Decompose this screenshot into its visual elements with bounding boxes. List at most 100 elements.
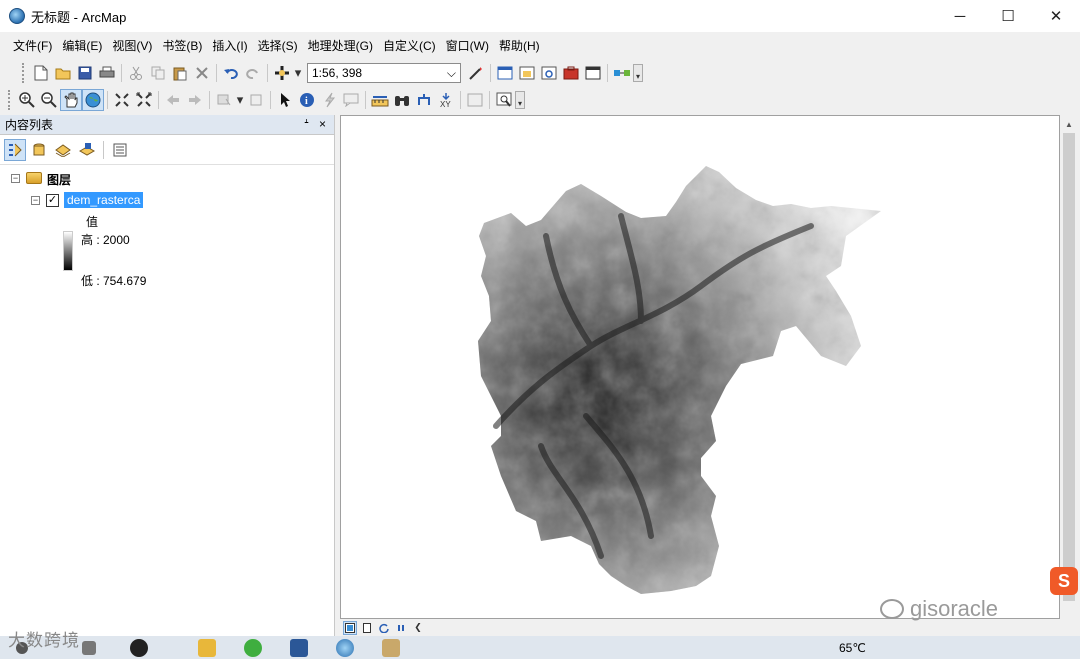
toolbar-overflow-icon[interactable]: ▾ (515, 91, 525, 109)
word-icon[interactable] (290, 638, 308, 657)
redo-icon[interactable] (242, 62, 264, 84)
paint-icon[interactable] (382, 638, 400, 657)
arcmap-taskbar-icon[interactable] (336, 638, 354, 657)
toc-close-icon[interactable]: × (319, 117, 326, 132)
task-view-icon[interactable] (82, 640, 96, 655)
clear-selection-icon[interactable] (245, 89, 267, 111)
add-data-dropdown-icon[interactable]: ▾ (293, 62, 303, 84)
save-icon[interactable] (74, 62, 96, 84)
menu-help[interactable]: 帮助(H) (494, 37, 545, 54)
fixed-zoom-out-icon[interactable] (133, 89, 155, 111)
toc-options-icon[interactable] (109, 139, 131, 161)
python-window-icon[interactable] (582, 62, 604, 84)
select-elements-arrow-icon[interactable] (274, 89, 296, 111)
scroll-thumb[interactable] (1063, 133, 1075, 601)
search-window-icon[interactable] (538, 62, 560, 84)
paste-icon[interactable] (169, 62, 191, 84)
menu-bookmarks[interactable]: 书签(B) (157, 37, 207, 54)
toolbar-separator (216, 64, 217, 82)
menu-geoprocessing[interactable]: 地理处理(G) (303, 37, 378, 54)
back-extent-icon[interactable] (162, 89, 184, 111)
toolbar-grip[interactable] (8, 90, 12, 110)
arctoolbox-icon[interactable] (560, 62, 582, 84)
table-of-contents-panel: 内容列表 ᗮ × − 图层 − ✓ dem_rasterca 值 高: 200… (0, 115, 335, 636)
fixed-zoom-in-icon[interactable] (111, 89, 133, 111)
browser-icon[interactable] (244, 638, 262, 657)
new-document-icon[interactable] (30, 62, 52, 84)
zoom-out-icon[interactable] (38, 89, 60, 111)
identify-icon[interactable]: i (296, 89, 318, 111)
create-viewer-window-icon[interactable] (493, 89, 515, 111)
toolbar-grip[interactable] (22, 63, 26, 83)
pinned-app-icon[interactable] (130, 638, 148, 657)
open-folder-icon[interactable] (52, 62, 74, 84)
close-button[interactable]: ✕ (1032, 0, 1080, 32)
menu-view[interactable]: 视图(V) (107, 37, 157, 54)
list-by-source-icon[interactable] (28, 139, 50, 161)
weather-temperature[interactable]: 65℃ (839, 641, 866, 655)
refresh-icon[interactable] (377, 621, 391, 635)
map-display[interactable] (340, 115, 1060, 619)
select-features-icon[interactable] (213, 89, 235, 111)
menu-insert[interactable]: 插入(I) (207, 37, 252, 54)
find-route-icon[interactable] (413, 89, 435, 111)
sogou-ime-icon[interactable]: S (1050, 567, 1078, 595)
menu-file[interactable]: 文件(F) (8, 37, 57, 54)
modelbuilder-icon[interactable] (611, 62, 633, 84)
layers-root-label[interactable]: 图层 (47, 171, 71, 188)
toolbar-separator (107, 91, 108, 109)
list-by-selection-icon[interactable] (76, 139, 98, 161)
file-explorer-icon[interactable] (198, 638, 216, 657)
toc-header: 内容列表 ᗮ × (0, 115, 334, 135)
scroll-left-icon[interactable]: ❮ (411, 621, 425, 635)
html-popup-icon[interactable] (340, 89, 362, 111)
pin-icon[interactable]: ᗮ (304, 117, 309, 132)
expand-layers-toggle[interactable]: − (11, 174, 20, 183)
legend-high-label: 高 : 2000 (81, 233, 130, 247)
full-extent-globe-icon[interactable] (82, 89, 104, 111)
go-to-xy-icon[interactable]: XY (435, 89, 457, 111)
svg-text:XY: XY (440, 100, 451, 108)
pan-hand-icon[interactable] (60, 89, 82, 111)
layer-visibility-checkbox[interactable]: ✓ (46, 194, 59, 207)
svg-text:i: i (305, 96, 308, 107)
scroll-up-icon[interactable]: ▲ (1060, 115, 1078, 133)
print-icon[interactable] (96, 62, 118, 84)
catalog-window-icon[interactable] (516, 62, 538, 84)
pause-drawing-icon[interactable] (394, 621, 408, 635)
list-by-drawing-order-icon[interactable] (4, 138, 26, 161)
menu-windows[interactable]: 窗口(W) (441, 37, 494, 54)
measure-icon[interactable] (369, 89, 391, 111)
select-dropdown-icon[interactable]: ▾ (235, 89, 245, 111)
table-of-contents-window-icon[interactable] (494, 62, 516, 84)
data-view-icon[interactable] (343, 620, 357, 635)
add-data-icon[interactable] (271, 62, 293, 84)
delete-icon[interactable] (191, 62, 213, 84)
layer-name-dem-rasterca[interactable]: dem_rasterca (64, 192, 144, 208)
undo-icon[interactable] (220, 62, 242, 84)
menu-edit[interactable]: 编辑(E) (57, 37, 107, 54)
maximize-button[interactable]: ☐ (984, 0, 1032, 32)
map-scale-combobox[interactable]: 1:56, 398 ⌵ (307, 63, 461, 83)
minimize-button[interactable]: ─ (936, 0, 984, 32)
layout-view-icon[interactable] (360, 621, 374, 635)
toolbar-separator (121, 64, 122, 82)
zoom-in-icon[interactable] (16, 89, 38, 111)
copy-icon[interactable] (147, 62, 169, 84)
forward-extent-icon[interactable] (184, 89, 206, 111)
find-binoculars-icon[interactable] (391, 89, 413, 111)
watermark-right-text: gisoracle (910, 596, 999, 621)
map-vertical-scrollbar[interactable]: ▲ (1060, 115, 1078, 619)
expand-layer-toggle[interactable]: − (31, 196, 40, 205)
menu-selection[interactable]: 选择(S) (253, 37, 303, 54)
time-slider-icon[interactable] (464, 89, 486, 111)
list-by-visibility-icon[interactable] (52, 139, 74, 161)
editor-toolbar-icon[interactable] (465, 62, 487, 84)
dem-raster-texture (478, 166, 881, 594)
cut-icon[interactable] (125, 62, 147, 84)
dem-raster (478, 166, 881, 594)
toolbar-overflow-icon[interactable]: ▾ (633, 64, 643, 82)
watermark-right: gisoracle (880, 596, 998, 622)
menu-customize[interactable]: 自定义(C) (378, 37, 441, 54)
hyperlink-icon[interactable] (318, 89, 340, 111)
